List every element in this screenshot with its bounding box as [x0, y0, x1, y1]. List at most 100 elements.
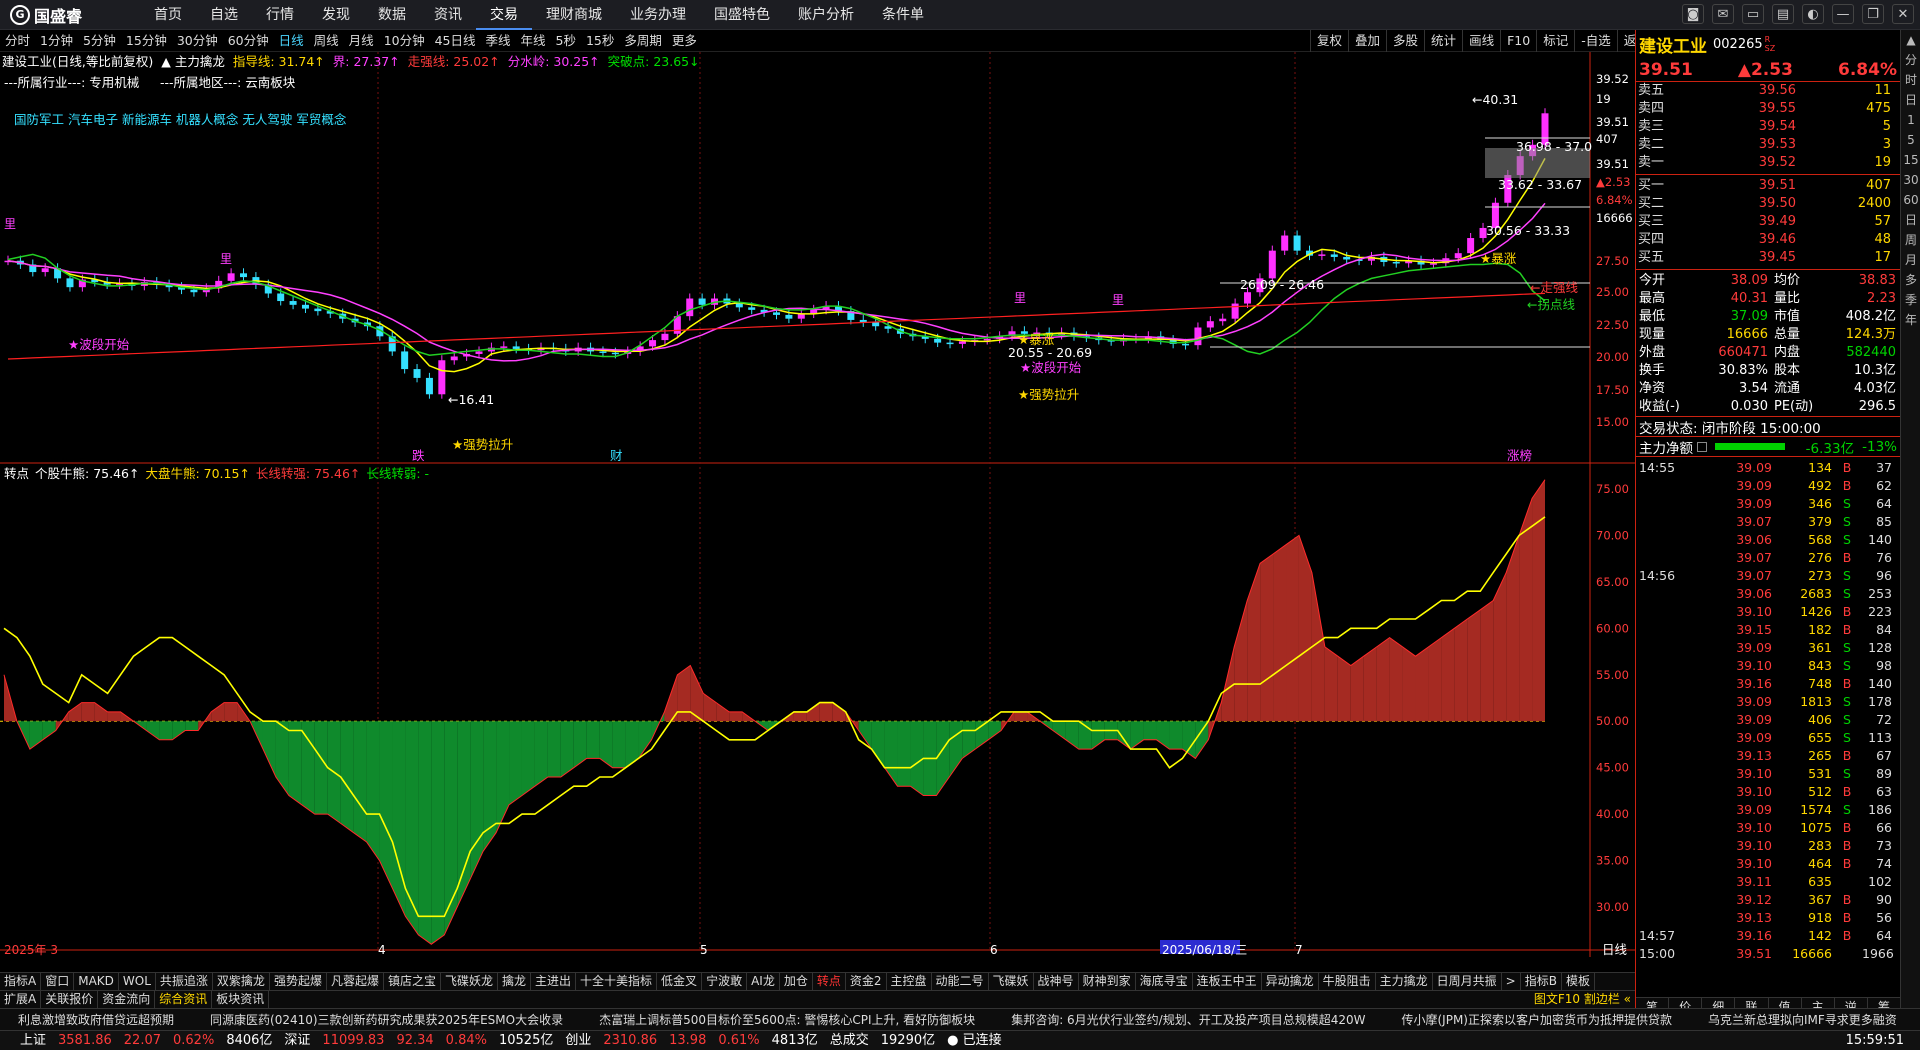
side-tab-0[interactable]: 分 [1901, 50, 1920, 70]
ask-row[interactable]: 卖四 39.55 475 [1636, 100, 1900, 118]
period-2[interactable]: 5分钟 [78, 30, 121, 52]
news-item[interactable]: 利息激增致政府借贷远超预期 [0, 1009, 192, 1030]
close-icon[interactable]: ✕ [1892, 4, 1914, 24]
ask-row[interactable]: 卖三 39.54 5 [1636, 118, 1900, 136]
period-7[interactable]: 周线 [309, 30, 344, 52]
period-4[interactable]: 30分钟 [172, 30, 223, 52]
menu-item-4[interactable]: 数据 [364, 0, 420, 30]
indicator-tab-21[interactable]: 飞碟妖 [989, 973, 1034, 990]
period-11[interactable]: 季线 [481, 30, 516, 52]
side-tab-11[interactable]: 多 [1901, 270, 1920, 290]
side-tab-13[interactable]: 年 [1901, 310, 1920, 330]
indicator-tab-29[interactable]: 日周月共振 [1433, 973, 1502, 990]
tool-2[interactable]: 多股 [1386, 30, 1424, 52]
side-tab-10[interactable]: 月 [1901, 250, 1920, 270]
maximize-icon[interactable]: ❐ [1862, 4, 1884, 24]
indicator-tab-5[interactable]: 双紫擒龙 [213, 973, 270, 990]
tool-5[interactable]: F10 [1500, 30, 1536, 52]
indicator-tab-18[interactable]: 资金2 [846, 973, 887, 990]
indicator-tab-1[interactable]: 窗口 [41, 973, 75, 990]
layout-icon[interactable]: ▭ [1742, 4, 1764, 24]
indicator-tab-7[interactable]: 凡蓉起爆 [327, 973, 384, 990]
ask-row[interactable]: 卖二 39.53 3 [1636, 136, 1900, 154]
tab-scroll-right[interactable]: > [1502, 973, 1521, 990]
indicator-tab-12[interactable]: 十全十美指标 [576, 973, 658, 990]
menu-item-3[interactable]: 发现 [308, 0, 364, 30]
ask-row[interactable]: 卖五 39.56 11 [1636, 82, 1900, 100]
indicator-tab-11[interactable]: 主进出 [531, 973, 577, 990]
bid-row[interactable]: 买四 39.46 48 [1636, 231, 1900, 249]
menu-item-9[interactable]: 国盛特色 [700, 0, 784, 30]
indicator-tab-10[interactable]: 擒龙 [498, 973, 532, 990]
indicator-tab-26[interactable]: 异动擒龙 [1262, 973, 1319, 990]
period-3[interactable]: 15分钟 [121, 30, 172, 52]
menu-item-2[interactable]: 行情 [252, 0, 308, 30]
indicator-tab-0[interactable]: 指标A [0, 973, 42, 990]
bid-row[interactable]: 买三 39.49 57 [1636, 213, 1900, 231]
side-tab-3[interactable]: 1 [1901, 110, 1920, 130]
indicator-tab-22[interactable]: 战神号 [1034, 973, 1079, 990]
period-12[interactable]: 年线 [516, 30, 551, 52]
ask-row[interactable]: 卖一 39.52 19 [1636, 154, 1900, 172]
menu-item-7[interactable]: 理财商城 [532, 0, 616, 30]
bid-row[interactable]: 买五 39.45 17 [1636, 249, 1900, 267]
expand-icon[interactable] [1697, 441, 1707, 452]
tool-1[interactable]: 叠加 [1348, 30, 1386, 52]
indicator-tab-27[interactable]: 牛股阻击 [1319, 973, 1376, 990]
indicator-tab-3[interactable]: WOL [119, 973, 156, 990]
menu-item-0[interactable]: 首页 [140, 0, 196, 30]
menu-item-11[interactable]: 条件单 [868, 0, 938, 30]
kline-chart[interactable]: 建设工业(日线,等比前复权) ▲ 主力擒龙 指导线: 31.74↑ 界: 27.37↑… [0, 52, 1635, 957]
period-5[interactable]: 60分钟 [223, 30, 274, 52]
period-1[interactable]: 1分钟 [35, 30, 78, 52]
indicator-tab-28[interactable]: 主力擒龙 [1376, 973, 1433, 990]
menu-item-1[interactable]: 自选 [196, 0, 252, 30]
indicator-tab-9[interactable]: 飞碟妖龙 [441, 973, 498, 990]
period-8[interactable]: 月线 [344, 30, 379, 52]
news-item[interactable]: 乌克兰新总理拟向IMF寻求更多融资 [1690, 1009, 1915, 1030]
scroll-up-icon[interactable]: ▲ [1901, 30, 1920, 50]
menu-item-6[interactable]: 交易 [476, 0, 532, 30]
settings-icon[interactable]: ▤ [1772, 4, 1794, 24]
indicator-tab-8[interactable]: 镇店之宝 [384, 973, 441, 990]
period-9[interactable]: 10分钟 [379, 30, 430, 52]
tool-0[interactable]: 复权 [1310, 30, 1348, 52]
tool-3[interactable]: 统计 [1424, 30, 1462, 52]
indicator-tab-15[interactable]: AI龙 [747, 973, 780, 990]
side-tab-5[interactable]: 15 [1901, 150, 1920, 170]
indicator-tab-4[interactable]: 共振追涨 [156, 973, 213, 990]
tick-list[interactable]: 14:55 39.09 134 B 37 39.09 492 B 62 39.09 346 S 64 39… [1636, 456, 1900, 963]
side-tab-12[interactable]: 季 [1901, 290, 1920, 310]
bid-row[interactable]: 买二 39.50 2400 [1636, 195, 1900, 213]
indicator-tab-13[interactable]: 低金叉 [657, 973, 703, 990]
indicator-tab-31[interactable]: 模板 [1562, 973, 1595, 990]
period-15[interactable]: 多周期 [619, 30, 667, 52]
news-item[interactable]: 集邦咨询: 6月光伏行业签约/规划、开工及投产项目总规模超420W [993, 1009, 1383, 1030]
side-tab-1[interactable]: 时 [1901, 70, 1920, 90]
indicator-tab-24[interactable]: 海底寻宝 [1136, 973, 1193, 990]
indicator-tab-19[interactable]: 主控盘 [887, 973, 932, 990]
news-item[interactable]: 同源康医药(02410)三款创新药研究成果获2025年ESMO大会收录 [192, 1009, 581, 1030]
indicator-tab-25[interactable]: 连板王中王 [1193, 973, 1262, 990]
chat-icon[interactable]: ◙ [1682, 4, 1704, 24]
indicator-tab-23[interactable]: 财神到家 [1079, 973, 1136, 990]
news-item[interactable]: 传小摩(JPM)正探索以客户加密货币为抵押提供贷款 [1384, 1009, 1691, 1030]
news-item[interactable]: 杰富瑞上调标普500目标价至5600点: 警惕核心CPI上升, 看好防御板块 [581, 1009, 993, 1030]
extension-tab-0[interactable]: 扩展A [0, 991, 42, 1008]
period-10[interactable]: 45日线 [430, 30, 481, 52]
side-tab-4[interactable]: 5 [1901, 130, 1920, 150]
extension-tab-3[interactable]: 综合资讯 [155, 991, 213, 1008]
skin-icon[interactable]: ◐ [1802, 4, 1824, 24]
menu-item-8[interactable]: 业务办理 [616, 0, 700, 30]
side-tab-2[interactable]: 日 [1901, 90, 1920, 110]
f10-toggle[interactable]: 图文F10 割边栏 « [1530, 991, 1635, 1008]
bid-row[interactable]: 买一 39.51 407 [1636, 177, 1900, 195]
side-tab-7[interactable]: 60 [1901, 190, 1920, 210]
period-14[interactable]: 15秒 [581, 30, 619, 52]
minimize-icon[interactable]: — [1832, 4, 1854, 24]
indicator-tab-6[interactable]: 强势起爆 [270, 973, 327, 990]
tool-4[interactable]: 画线 [1462, 30, 1500, 52]
extension-tab-4[interactable]: 板块资讯 [212, 991, 270, 1008]
side-tab-8[interactable]: 日 [1901, 210, 1920, 230]
extension-tab-1[interactable]: 关联报价 [41, 991, 99, 1008]
